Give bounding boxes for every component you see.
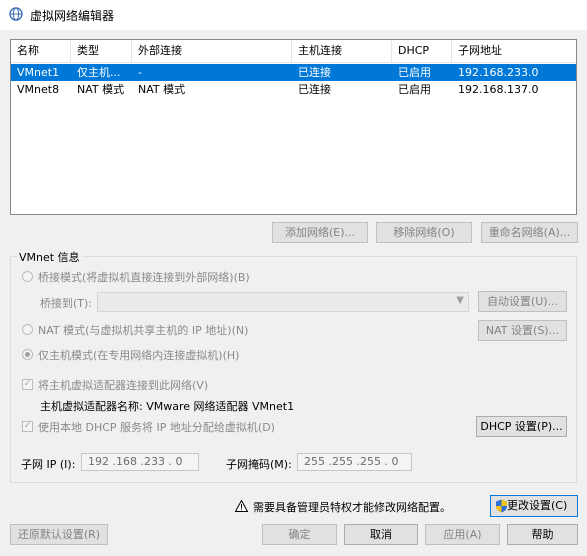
subnet-mask-label: 子网掩码(M): xyxy=(226,458,292,471)
bridge-mode-radio[interactable] xyxy=(22,271,33,282)
cell-host: 已连接 xyxy=(298,66,331,79)
subnet-ip-field[interactable]: 192 .168 .233 . 0 xyxy=(81,453,199,471)
remove-network-button[interactable]: 移除网络(O) xyxy=(376,222,472,243)
shield-icon xyxy=(496,499,507,513)
restore-defaults-button[interactable]: 还原默认设置(R) xyxy=(10,524,108,545)
cell-external: - xyxy=(138,66,142,79)
chevron-down-icon: ▼ xyxy=(456,295,464,306)
ok-button[interactable]: 确定 xyxy=(262,524,337,545)
bridge-to-select[interactable]: ▼ xyxy=(97,292,469,312)
table-row[interactable]: VMnet1 仅主机... - 已连接 已启用 192.168.233.0 xyxy=(11,64,576,81)
use-dhcp-label: 使用本地 DHCP 服务将 IP 地址分配给虚拟机(D) xyxy=(38,421,275,434)
subnet-ip-label: 子网 IP (I): xyxy=(21,458,76,471)
adapter-name-text: 主机虚拟适配器名称: VMware 网络适配器 VMnet1 xyxy=(40,400,295,413)
subnet-mask-field[interactable]: 255 .255 .255 . 0 xyxy=(297,453,412,471)
cell-type: NAT 模式 xyxy=(77,83,125,96)
help-button[interactable]: 帮助 xyxy=(507,524,578,545)
add-network-button[interactable]: 添加网络(E)... xyxy=(272,222,368,243)
column-header-type[interactable]: 类型 xyxy=(71,40,132,62)
column-header-subnet[interactable]: 子网地址 xyxy=(452,40,576,62)
column-header-dhcp[interactable]: DHCP xyxy=(392,40,452,62)
cell-host: 已连接 xyxy=(298,83,331,96)
cell-dhcp: 已启用 xyxy=(398,66,431,79)
connect-adapter-checkbox[interactable]: ✓ xyxy=(22,379,33,390)
warning-icon xyxy=(235,500,248,512)
network-globe-icon xyxy=(9,7,23,21)
connect-adapter-label: 将主机虚拟适配器连接到此网络(V) xyxy=(38,379,209,392)
cell-subnet: 192.168.233.0 xyxy=(458,66,539,79)
use-dhcp-checkbox[interactable]: ✓ xyxy=(22,421,33,432)
column-header-host[interactable]: 主机连接 xyxy=(292,40,392,62)
change-settings-button[interactable]: 更改设置(C) xyxy=(490,495,578,517)
cancel-button[interactable]: 取消 xyxy=(344,524,418,545)
bridge-to-label: 桥接到(T): xyxy=(40,297,93,310)
rename-network-button[interactable]: 重命名网络(A)... xyxy=(481,222,578,243)
change-settings-label: 更改设置(C) xyxy=(507,499,568,512)
nat-settings-button[interactable]: NAT 设置(S)... xyxy=(478,320,567,341)
dhcp-settings-button[interactable]: DHCP 设置(P)... xyxy=(476,416,567,437)
title-bar: 虚拟网络编辑器 xyxy=(0,0,587,30)
nat-mode-radio[interactable] xyxy=(22,324,33,335)
bridge-mode-label: 桥接模式(将虚拟机直接连接到外部网络)(B) xyxy=(38,271,250,284)
nat-mode-label: NAT 模式(与虚拟机共享主机的 IP 地址)(N) xyxy=(38,324,249,337)
network-list[interactable]: 名称 类型 外部连接 主机连接 DHCP 子网地址 VMnet1 仅主机... … xyxy=(10,39,577,215)
cell-dhcp: 已启用 xyxy=(398,83,431,96)
table-row[interactable]: VMnet8 NAT 模式 NAT 模式 已连接 已启用 192.168.137… xyxy=(11,81,576,98)
host-only-mode-radio[interactable] xyxy=(22,349,33,360)
window-title: 虚拟网络编辑器 xyxy=(30,9,115,23)
vmnet-info-label: VMnet 信息 xyxy=(17,249,82,265)
column-header-external[interactable]: 外部连接 xyxy=(132,40,292,62)
admin-notice-text: 需要具备管理员特权才能修改网络配置。 xyxy=(253,501,451,514)
cell-name: VMnet1 xyxy=(17,66,60,79)
apply-button[interactable]: 应用(A) xyxy=(425,524,500,545)
cell-type: 仅主机... xyxy=(77,66,121,79)
cell-external: NAT 模式 xyxy=(138,83,186,96)
list-header: 名称 类型 外部连接 主机连接 DHCP 子网地址 xyxy=(11,40,576,63)
host-only-mode-label: 仅主机模式(在专用网络内连接虚拟机)(H) xyxy=(38,349,240,362)
cell-name: VMnet8 xyxy=(17,83,60,96)
column-header-name[interactable]: 名称 xyxy=(11,40,71,62)
cell-subnet: 192.168.137.0 xyxy=(458,83,539,96)
auto-settings-button[interactable]: 自动设置(U)... xyxy=(478,291,567,312)
